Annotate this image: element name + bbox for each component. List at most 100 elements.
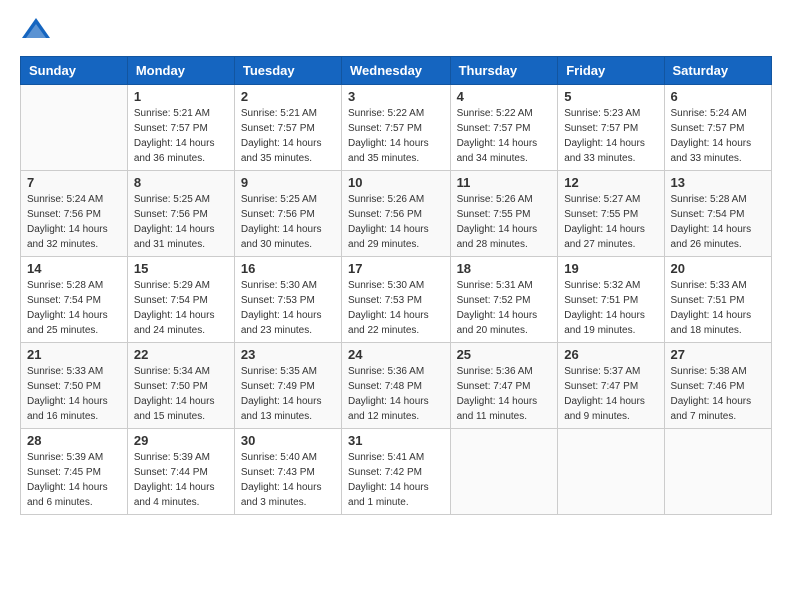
day-number: 11 [457,175,552,190]
day-number: 30 [241,433,335,448]
day-info: Sunrise: 5:35 AMSunset: 7:49 PMDaylight:… [241,364,335,424]
calendar-cell: 16 Sunrise: 5:30 AMSunset: 7:53 PMDayligh… [234,257,341,343]
calendar-week-row: 14Sunrise: 5:28 AMSunset: 7:54 PMDayligh… [21,257,772,343]
day-number: 9 [241,175,335,190]
calendar-cell: 1 Sunrise: 5:21 AMSunset: 7:57 PMDaylight… [127,85,234,171]
column-header-thursday: Thursday [450,57,558,85]
day-info: Sunrise: 5:39 AMSunset: 7:45 PMDaylight:… [27,450,121,510]
calendar-cell: 23 Sunrise: 5:35 AMSunset: 7:49 PMDayligh… [234,343,341,429]
day-number: 10 [348,175,444,190]
calendar-cell: 8 Sunrise: 5:25 AMSunset: 7:56 PMDaylight… [127,171,234,257]
day-number: 2 [241,89,335,104]
calendar-week-row: 1 Sunrise: 5:21 AMSunset: 7:57 PMDaylight… [21,85,772,171]
calendar-cell: 24 Sunrise: 5:36 AMSunset: 7:48 PMDayligh… [342,343,451,429]
calendar-cell: 3 Sunrise: 5:22 AMSunset: 7:57 PMDaylight… [342,85,451,171]
day-number: 18 [457,261,552,276]
day-info: Sunrise: 5:37 AMSunset: 7:47 PMDaylight:… [564,364,657,424]
calendar-table: SundayMondayTuesdayWednesdayThursdayFrid… [20,56,772,515]
calendar-cell: 15 Sunrise: 5:29 AMSunset: 7:54 PMDayligh… [127,257,234,343]
day-info: Sunrise: 5:24 AMSunset: 7:56 PMDaylight:… [27,192,121,252]
day-info: Sunrise: 5:28 AMSunset: 7:54 PMDaylight:… [27,278,121,338]
calendar-cell: 25 Sunrise: 5:36 AMSunset: 7:47 PMDayligh… [450,343,558,429]
calendar-cell: 11 Sunrise: 5:26 AMSunset: 7:55 PMDayligh… [450,171,558,257]
calendar-cell: 13 Sunrise: 5:28 AMSunset: 7:54 PMDayligh… [664,171,771,257]
day-info: Sunrise: 5:31 AMSunset: 7:52 PMDaylight:… [457,278,552,338]
day-number: 5 [564,89,657,104]
day-info: Sunrise: 5:33 AMSunset: 7:51 PMDaylight:… [671,278,765,338]
calendar-cell [664,429,771,515]
calendar-cell [21,85,128,171]
calendar-cell: 27Sunrise: 5:38 AMSunset: 7:46 PMDayligh… [664,343,771,429]
day-info: Sunrise: 5:27 AMSunset: 7:55 PMDaylight:… [564,192,657,252]
day-info: Sunrise: 5:30 AMSunset: 7:53 PMDaylight:… [241,278,335,338]
logo [20,16,56,44]
calendar-cell: 7Sunrise: 5:24 AMSunset: 7:56 PMDaylight… [21,171,128,257]
day-info: Sunrise: 5:21 AMSunset: 7:57 PMDaylight:… [241,106,335,166]
calendar-cell: 20 Sunrise: 5:33 AMSunset: 7:51 PMDayligh… [664,257,771,343]
calendar-cell: 10 Sunrise: 5:26 AMSunset: 7:56 PMDayligh… [342,171,451,257]
day-number: 8 [134,175,228,190]
day-info: Sunrise: 5:28 AMSunset: 7:54 PMDaylight:… [671,192,765,252]
day-info: Sunrise: 5:26 AMSunset: 7:56 PMDaylight:… [348,192,444,252]
calendar-cell [558,429,664,515]
column-header-wednesday: Wednesday [342,57,451,85]
calendar-header-row: SundayMondayTuesdayWednesdayThursdayFrid… [21,57,772,85]
day-number: 21 [27,347,121,362]
calendar-cell: 14Sunrise: 5:28 AMSunset: 7:54 PMDayligh… [21,257,128,343]
day-info: Sunrise: 5:26 AMSunset: 7:55 PMDaylight:… [457,192,552,252]
day-number: 4 [457,89,552,104]
day-number: 26 [564,347,657,362]
calendar-cell: 2 Sunrise: 5:21 AMSunset: 7:57 PMDaylight… [234,85,341,171]
calendar-cell: 17 Sunrise: 5:30 AMSunset: 7:53 PMDayligh… [342,257,451,343]
day-info: Sunrise: 5:41 AMSunset: 7:42 PMDaylight:… [348,450,444,510]
day-number: 20 [671,261,765,276]
day-info: Sunrise: 5:30 AMSunset: 7:53 PMDaylight:… [348,278,444,338]
day-number: 23 [241,347,335,362]
day-number: 16 [241,261,335,276]
day-info: Sunrise: 5:22 AMSunset: 7:57 PMDaylight:… [348,106,444,166]
day-number: 22 [134,347,228,362]
column-header-friday: Friday [558,57,664,85]
day-number: 17 [348,261,444,276]
calendar-cell: 26 Sunrise: 5:37 AMSunset: 7:47 PMDayligh… [558,343,664,429]
day-info: Sunrise: 5:23 AMSunset: 7:57 PMDaylight:… [564,106,657,166]
day-number: 3 [348,89,444,104]
calendar-week-row: 21 Sunrise: 5:33 AMSunset: 7:50 PMDayligh… [21,343,772,429]
calendar-cell: 22Sunrise: 5:34 AMSunset: 7:50 PMDayligh… [127,343,234,429]
day-number: 19 [564,261,657,276]
day-info: Sunrise: 5:33 AMSunset: 7:50 PMDaylight:… [27,364,121,424]
day-info: Sunrise: 5:24 AMSunset: 7:57 PMDaylight:… [671,106,765,166]
calendar-cell: 31Sunrise: 5:41 AMSunset: 7:42 PMDayligh… [342,429,451,515]
day-info: Sunrise: 5:21 AMSunset: 7:57 PMDaylight:… [134,106,228,166]
calendar-week-row: 7Sunrise: 5:24 AMSunset: 7:56 PMDaylight… [21,171,772,257]
day-number: 29 [134,433,228,448]
calendar-cell: 30 Sunrise: 5:40 AMSunset: 7:43 PMDayligh… [234,429,341,515]
day-number: 25 [457,347,552,362]
calendar-cell [450,429,558,515]
calendar-cell: 18 Sunrise: 5:31 AMSunset: 7:52 PMDayligh… [450,257,558,343]
day-number: 13 [671,175,765,190]
day-info: Sunrise: 5:29 AMSunset: 7:54 PMDaylight:… [134,278,228,338]
column-header-sunday: Sunday [21,57,128,85]
calendar-cell: 9 Sunrise: 5:25 AMSunset: 7:56 PMDaylight… [234,171,341,257]
day-info: Sunrise: 5:32 AMSunset: 7:51 PMDaylight:… [564,278,657,338]
day-info: Sunrise: 5:25 AMSunset: 7:56 PMDaylight:… [134,192,228,252]
day-number: 27 [671,347,765,362]
day-info: Sunrise: 5:36 AMSunset: 7:47 PMDaylight:… [457,364,552,424]
day-number: 1 [134,89,228,104]
page-header [20,16,772,44]
day-number: 24 [348,347,444,362]
calendar-cell: 21 Sunrise: 5:33 AMSunset: 7:50 PMDayligh… [21,343,128,429]
calendar-cell: 4Sunrise: 5:22 AMSunset: 7:57 PMDaylight… [450,85,558,171]
day-number: 6 [671,89,765,104]
column-header-tuesday: Tuesday [234,57,341,85]
day-info: Sunrise: 5:25 AMSunset: 7:56 PMDaylight:… [241,192,335,252]
day-info: Sunrise: 5:40 AMSunset: 7:43 PMDaylight:… [241,450,335,510]
day-number: 15 [134,261,228,276]
logo-icon [20,16,52,44]
calendar-cell: 29 Sunrise: 5:39 AMSunset: 7:44 PMDayligh… [127,429,234,515]
day-number: 28 [27,433,121,448]
day-info: Sunrise: 5:36 AMSunset: 7:48 PMDaylight:… [348,364,444,424]
day-info: Sunrise: 5:39 AMSunset: 7:44 PMDaylight:… [134,450,228,510]
calendar-cell: 6 Sunrise: 5:24 AMSunset: 7:57 PMDaylight… [664,85,771,171]
